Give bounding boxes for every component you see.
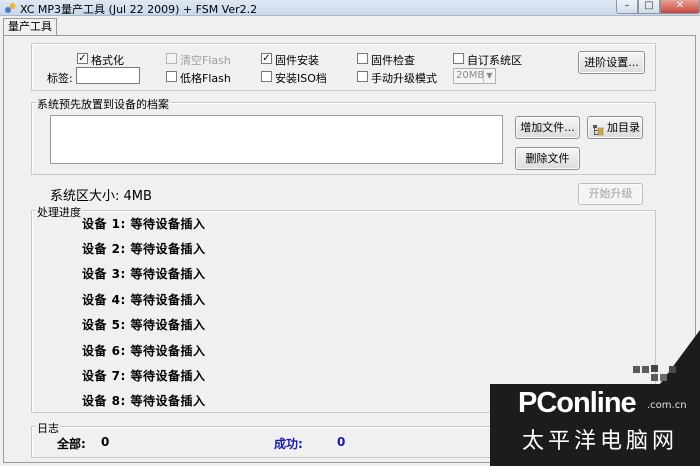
progress-legend: 处理进度 <box>36 204 82 220</box>
device-status-1: 设备 1: 等待设备插入 <box>82 217 206 231</box>
advanced-settings-button[interactable]: 进阶设置... <box>578 51 645 74</box>
add-directory-button[interactable]: 加目录 <box>587 116 643 139</box>
minimize-button[interactable]: – <box>616 0 638 14</box>
format-label: 格式化 <box>91 54 124 67</box>
maximize-button[interactable]: □ <box>638 0 660 14</box>
maximize-icon: □ <box>644 0 654 11</box>
title-bar: XC MP3量产工具 (Jul 22 2009) + FSM Ver2.2 – … <box>0 0 700 16</box>
chevron-down-icon: ▼ <box>483 69 495 83</box>
custom-system-area-checkbox[interactable] <box>453 53 464 64</box>
device-status-3: 设备 3: 等待设备插入 <box>82 267 206 281</box>
manual-upgrade-checkbox[interactable] <box>357 71 368 82</box>
success-label: 成功: <box>274 437 303 451</box>
device-status-7: 设备 7: 等待设备插入 <box>82 369 206 383</box>
add-directory-label: 加目录 <box>607 121 640 134</box>
window-title: XC MP3量产工具 (Jul 22 2009) + FSM Ver2.2 <box>20 3 258 16</box>
tag-input[interactable] <box>76 67 140 84</box>
firmware-install-label: 固件安装 <box>275 54 319 67</box>
device-status-2: 设备 2: 等待设备插入 <box>82 242 206 256</box>
lowgrade-flash-label: 低格Flash <box>180 72 231 85</box>
delete-file-button[interactable]: 删除文件 <box>515 147 580 170</box>
firmware-install-checkbox[interactable]: ✓ <box>261 53 272 64</box>
firmware-check-label: 固件检查 <box>371 54 415 67</box>
device-status-8: 设备 8: 等待设备插入 <box>82 394 206 408</box>
clear-flash-checkbox[interactable] <box>166 53 177 64</box>
size-select-value: 20MB <box>456 70 485 81</box>
log-legend: 日志 <box>36 420 60 436</box>
watermark-domain: .com.cn <box>647 400 687 411</box>
clear-flash-label: 清空Flash <box>180 54 231 67</box>
close-icon: ✕ <box>675 0 685 11</box>
folder-tree-icon <box>593 122 604 136</box>
install-iso-label: 安装ISO档 <box>275 72 327 85</box>
total-label: 全部: <box>57 437 86 451</box>
add-file-button[interactable]: 增加文件... <box>515 116 580 139</box>
start-upgrade-button[interactable]: 开始升级 <box>578 183 643 205</box>
system-area-size: 系统区大小: 4MB <box>50 189 152 204</box>
menu-bar <box>0 16 700 34</box>
size-select[interactable]: 20MB ▼ <box>453 68 496 84</box>
install-iso-checkbox[interactable] <box>261 71 272 82</box>
minimize-icon: – <box>624 0 630 11</box>
tag-label: 标签: <box>47 72 73 85</box>
lowgrade-flash-checkbox[interactable] <box>166 71 177 82</box>
app-icon <box>5 3 16 13</box>
device-status-4: 设备 4: 等待设备插入 <box>82 293 206 307</box>
total-value: 0 <box>101 435 110 449</box>
format-checkbox[interactable]: ✓ <box>77 53 88 64</box>
success-value: 0 <box>337 435 346 449</box>
custom-system-area-label: 自订系统区 <box>467 54 522 67</box>
preload-file-list[interactable] <box>50 115 503 164</box>
watermark-brand: PConline <box>518 387 637 419</box>
manual-upgrade-label: 手动升级模式 <box>371 72 437 85</box>
firmware-check-checkbox[interactable] <box>357 53 368 64</box>
device-status-5: 设备 5: 等待设备插入 <box>82 318 206 332</box>
tab-mass-production[interactable]: 量产工具 <box>3 18 57 35</box>
close-button[interactable]: ✕ <box>660 0 700 14</box>
watermark-subtitle: 太平洋电脑网 <box>522 429 679 454</box>
device-status-6: 设备 6: 等待设备插入 <box>82 344 206 358</box>
preload-files-legend: 系统预先放置到设备的档案 <box>36 96 170 112</box>
